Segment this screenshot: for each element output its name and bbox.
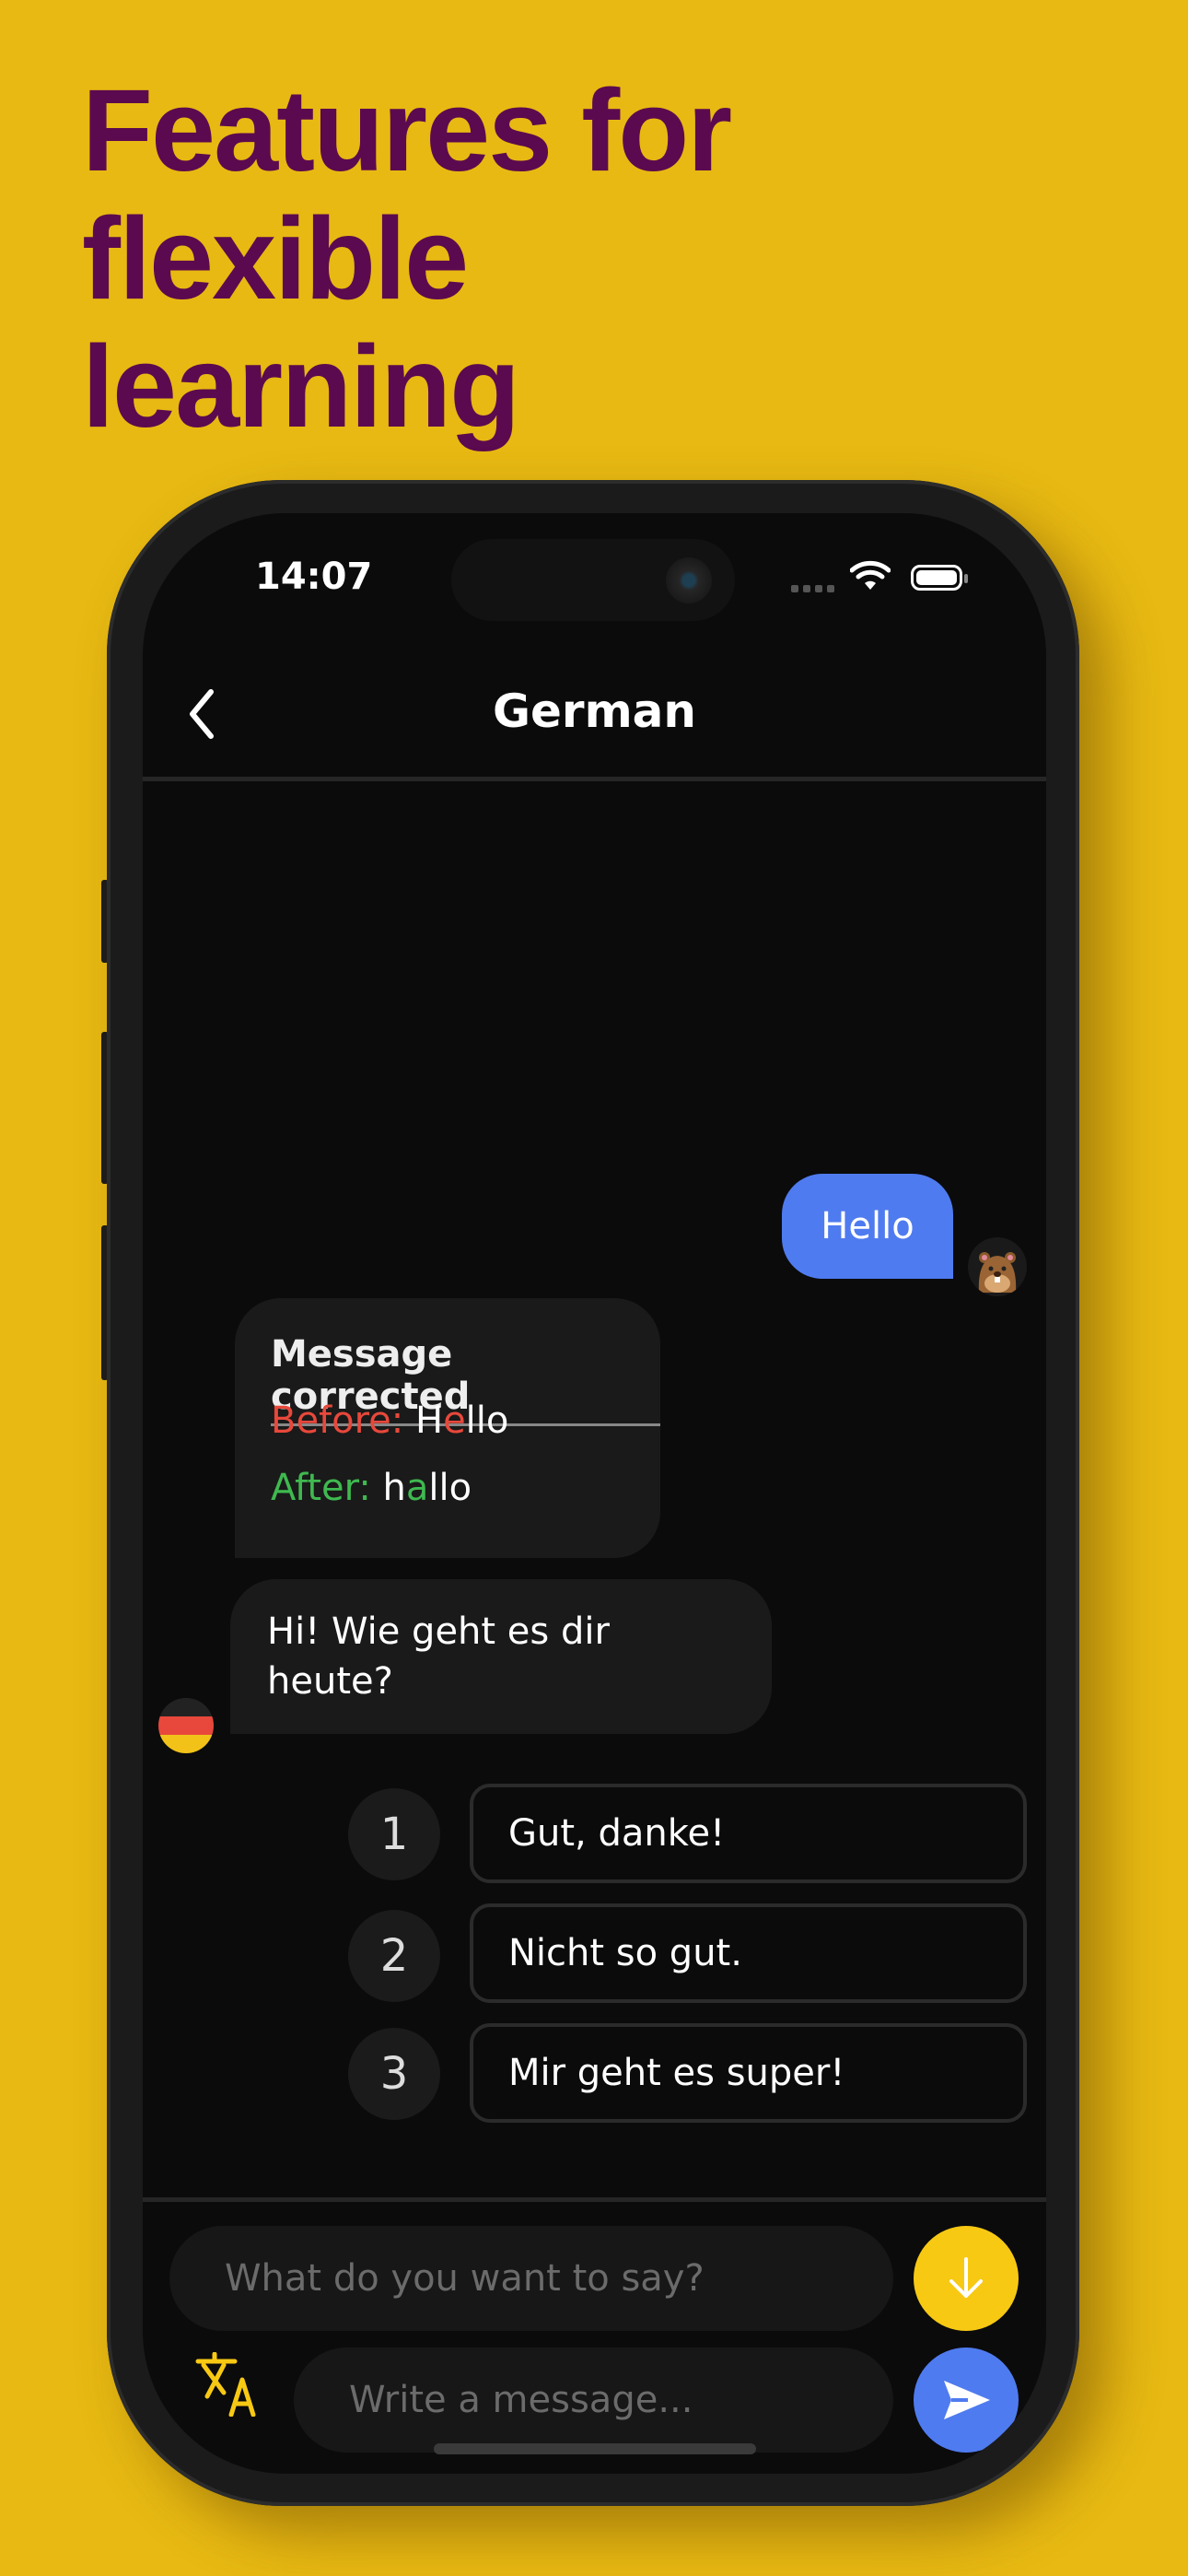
header-divider xyxy=(143,777,1046,781)
message-input[interactable]: Write a message... xyxy=(294,2348,893,2453)
option-button[interactable]: Mir geht es super! xyxy=(470,2023,1027,2123)
arrow-down-button[interactable] xyxy=(914,2226,1019,2331)
composer-divider xyxy=(143,2197,1046,2202)
signal-icon xyxy=(791,585,834,592)
arrow-down-icon xyxy=(949,2257,983,2298)
page-title: German xyxy=(492,685,697,738)
beaver-avatar xyxy=(968,1237,1027,1296)
correction-card: Message corrected Before: Hello After: h… xyxy=(235,1298,660,1558)
option-button[interactable]: Nicht so gut. xyxy=(470,1903,1027,2003)
battery-icon xyxy=(911,565,968,591)
after-text: hallo xyxy=(382,1467,472,1509)
home-indicator[interactable] xyxy=(434,2443,756,2454)
after-label: After: xyxy=(271,1467,371,1509)
translate-icon[interactable] xyxy=(194,2352,259,2417)
option-number[interactable]: 3 xyxy=(348,2028,440,2120)
headline: Features for flexible learning xyxy=(82,66,1003,451)
user-message: Hello xyxy=(782,1174,953,1279)
message-text: Hi! Wie geht es dir heute? xyxy=(267,1610,610,1703)
send-button[interactable] xyxy=(914,2348,1019,2453)
suggestion-placeholder: What do you want to say? xyxy=(225,2257,705,2300)
phone-screen: 14:07 German Hello Message corrected Bef… xyxy=(143,513,1046,2474)
headline-line: Features for xyxy=(82,65,732,195)
send-icon xyxy=(944,2381,990,2419)
option-button[interactable]: Gut, danke! xyxy=(470,1784,1027,1883)
camera-icon xyxy=(666,557,712,603)
option-number[interactable]: 1 xyxy=(348,1788,440,1880)
wifi-icon xyxy=(850,560,891,590)
suggestion-input[interactable]: What do you want to say? xyxy=(169,2226,893,2331)
option-number[interactable]: 2 xyxy=(348,1910,440,2002)
german-flag-avatar xyxy=(158,1698,214,1753)
bot-message: Hi! Wie geht es dir heute? xyxy=(230,1579,772,1734)
before-label: Before: xyxy=(271,1399,404,1442)
headline-line: flexible xyxy=(82,193,469,323)
message-text: Hello xyxy=(821,1205,914,1247)
before-line: Before: Hello xyxy=(271,1399,508,1442)
headline-line: learning xyxy=(82,322,520,451)
before-text: Hello xyxy=(414,1399,509,1442)
status-time: 14:07 xyxy=(255,556,373,598)
after-line: After: hallo xyxy=(271,1467,472,1509)
message-placeholder: Write a message... xyxy=(349,2379,693,2421)
